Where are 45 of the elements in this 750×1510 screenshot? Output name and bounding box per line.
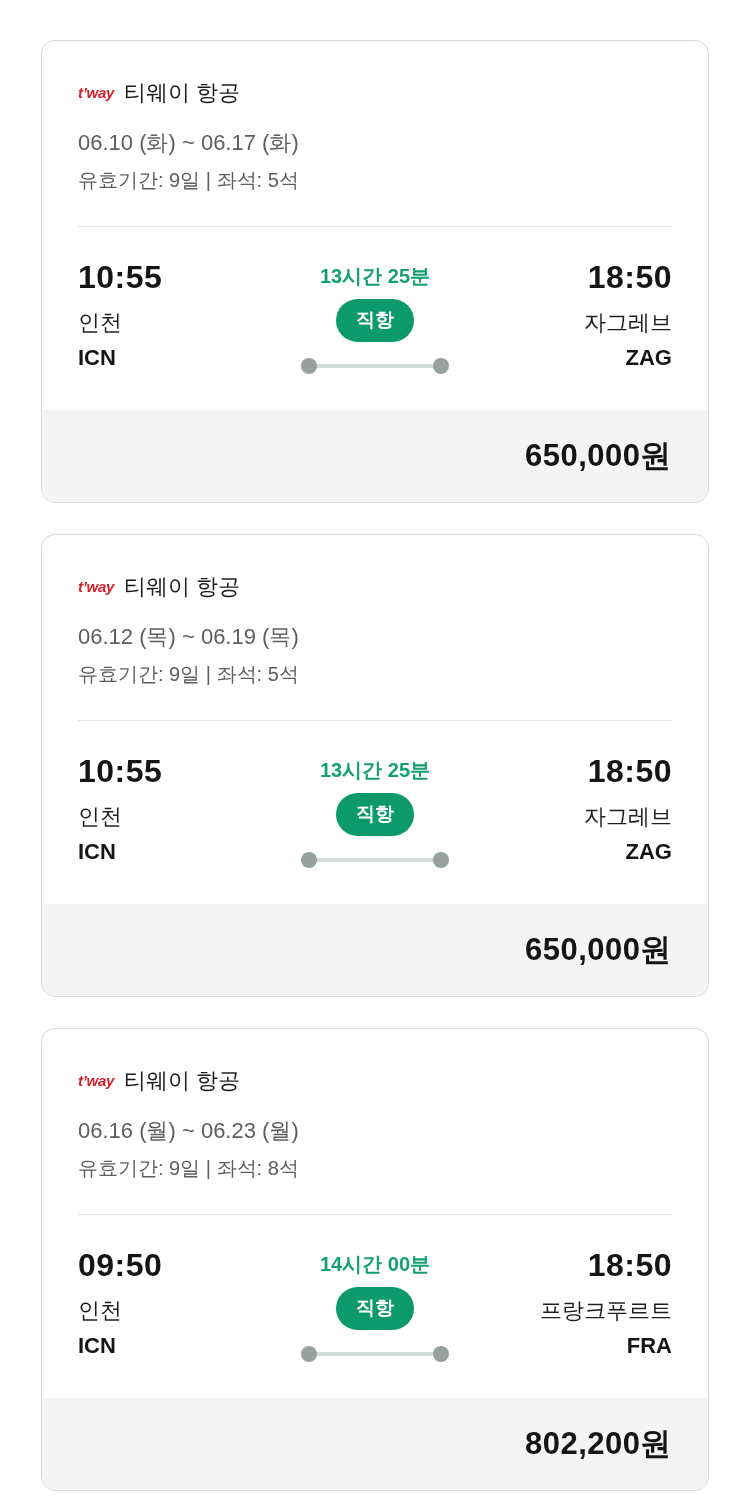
city-name: 프랑크푸르트 [540,1297,672,1325]
airline-name: 티웨이 항공 [124,80,241,106]
price-text: 650,000원 [524,436,672,475]
airline-name: 티웨이 항공 [124,574,241,600]
airport-code: FRA [626,1332,672,1360]
flight-time: 18:50 [587,752,672,791]
airline-logo: t’way [78,1072,114,1090]
flight-duration: 13시간 25분 [319,758,431,783]
travel-dates: 06.12 (목) ~ 06.19 (목) [78,623,300,651]
airport-code: ICN [78,838,116,866]
travel-dates: 06.16 (월) ~ 06.23 (월) [78,1117,300,1145]
flight-time: 18:50 [587,258,672,297]
flight-duration: 14시간 00분 [319,1252,431,1277]
stay-and-seats: 유효기간: 9일 | 좌석: 5석 [78,659,672,689]
flight-card[interactable]: t’way 티웨이 항공 06.16 (월) ~ 06.23 (월) 유효기간: 9일 | 좌석: 8석 09:50 인천 ICN 14시간 00분 직항 18:50 프랑크푸르트 FRA 802,200원 [41,1028,709,1491]
airline-logo: t’way [78,578,114,596]
route-line-icon [301,1346,449,1362]
city-name: 자그레브 [584,309,672,337]
flight-time: 18:50 [587,1246,672,1285]
city-name: 인천 [78,803,122,831]
stay-and-seats: 유효기간: 9일 | 좌석: 5석 [78,165,672,195]
airport-code: ICN [78,344,116,372]
airport-code: ZAG [625,838,672,866]
city-name: 인천 [78,309,122,337]
direct-flight-badge: 직항 [336,793,414,836]
direct-flight-badge: 직항 [336,1287,414,1330]
route-line-icon [301,852,449,868]
airport-code: ZAG [625,344,672,372]
flight-time: 10:55 [78,258,163,297]
flight-duration: 13시간 25분 [319,264,431,289]
flight-card[interactable]: t’way 티웨이 항공 06.10 (화) ~ 06.17 (화) 유효기간: 9일 | 좌석: 5석 10:55 인천 ICN 13시간 25분 직항 18:50 자그레브 ZAG 650,000원 [41,40,709,503]
stay-and-seats: 유효기간: 9일 | 좌석: 8석 [78,1153,672,1183]
travel-dates: 06.10 (화) ~ 06.17 (화) [78,129,300,157]
city-name: 인천 [78,1297,122,1325]
airline-logo: t’way [78,84,114,102]
airline-name: 티웨이 항공 [124,1068,241,1094]
direct-flight-badge: 직항 [336,299,414,342]
price-text: 650,000원 [524,930,672,969]
route-line-icon [301,358,449,374]
price-text: 802,200원 [524,1424,672,1463]
city-name: 자그레브 [584,803,672,831]
airport-code: ICN [78,1332,116,1360]
flight-card[interactable]: t’way 티웨이 항공 06.12 (목) ~ 06.19 (목) 유효기간: 9일 | 좌석: 5석 10:55 인천 ICN 13시간 25분 직항 18:50 자그레브 ZAG 650,000원 [41,534,709,997]
flight-time: 09:50 [78,1246,163,1285]
flight-time: 10:55 [78,752,163,791]
